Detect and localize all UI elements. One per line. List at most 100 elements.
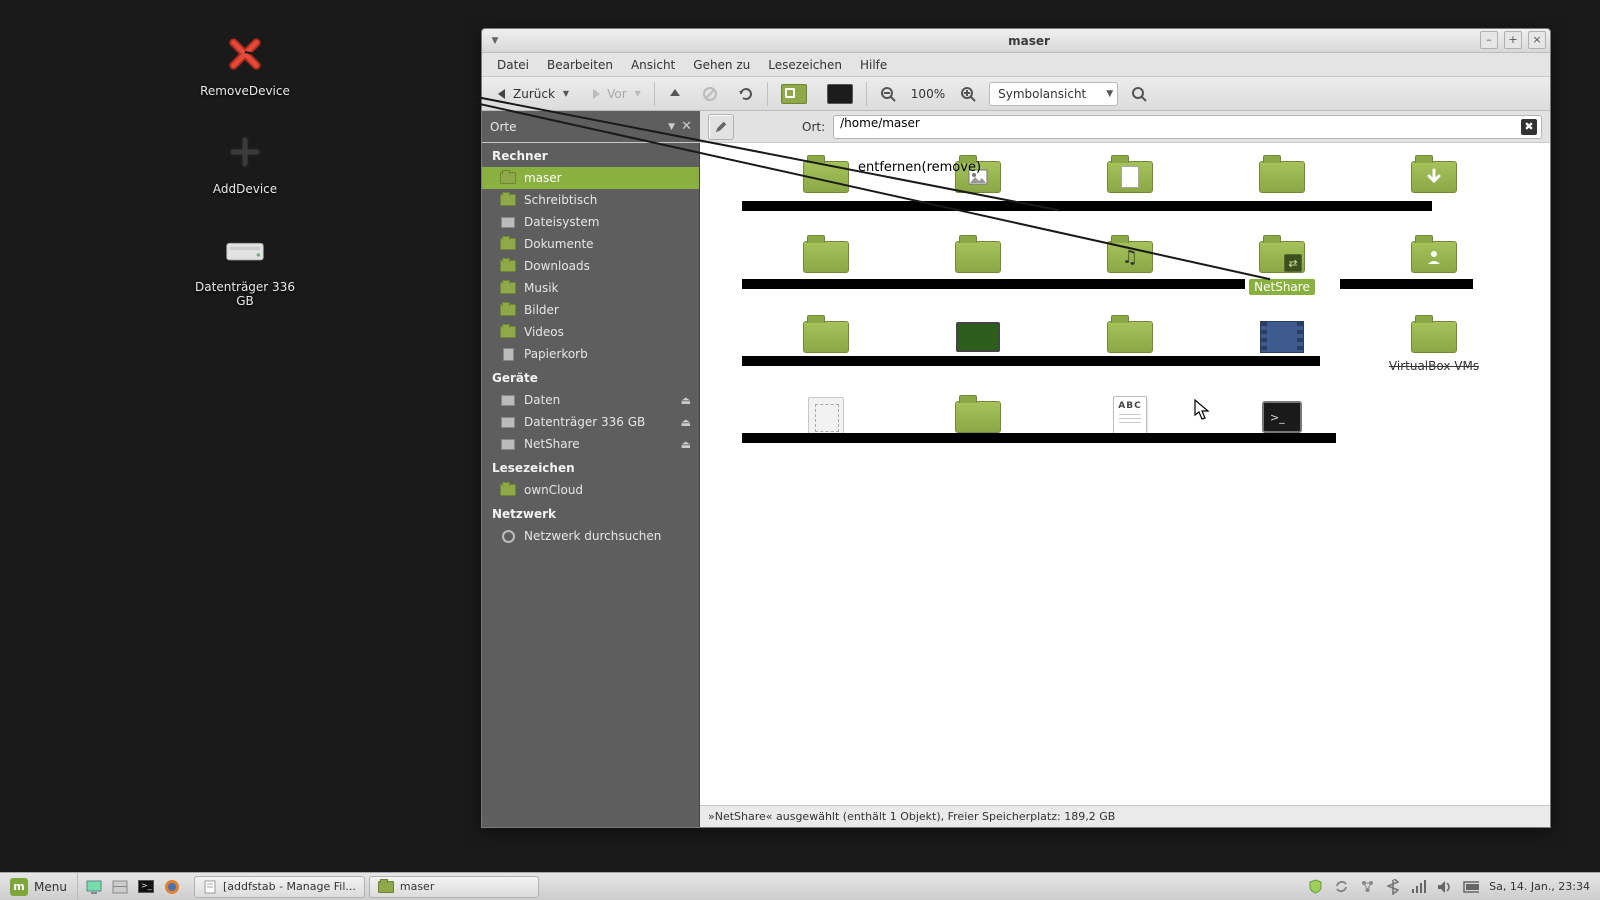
desktop-icon-drive[interactable]: Datenträger 336 GB [185, 226, 305, 308]
drive-icon [500, 393, 516, 407]
taskbar: m Menu >_ [addfstab - Manage Fil... mase… [0, 872, 1600, 900]
menu-help[interactable]: Hilfe [851, 55, 896, 75]
clock[interactable]: Sa, 14. Jan., 23:34 [1489, 880, 1590, 893]
folder-item[interactable] [1060, 315, 1200, 395]
toggle-path-entry-button[interactable] [708, 114, 734, 140]
desktop-icon-add-device[interactable]: AddDevice [185, 128, 305, 196]
maximize-button[interactable]: + [1504, 31, 1522, 49]
forward-history-dropdown[interactable]: ▼ [635, 89, 641, 98]
folder-item-netshare[interactable]: ⇄NetShare [1212, 235, 1352, 315]
sidebar-item-documents[interactable]: Dokumente [482, 233, 699, 255]
task-file-manager[interactable]: maser [369, 876, 539, 898]
sidebar-item-music[interactable]: Musik [482, 277, 699, 299]
sidebar-item-browse-network[interactable]: Netzwerk durchsuchen [482, 525, 699, 547]
sidebar-item-desktop[interactable]: Schreibtisch [482, 189, 699, 211]
menu-go[interactable]: Gehen zu [684, 55, 759, 75]
forward-label: Vor [607, 87, 627, 101]
folder-item-desktop[interactable] [908, 315, 1048, 395]
folder-item-virtualbox[interactable]: VirtualBox VMs [1364, 315, 1504, 395]
titlebar[interactable]: ▼ maser – + × [482, 29, 1550, 53]
redaction-bar [742, 201, 1432, 211]
folder-item-documents[interactable] [1060, 155, 1200, 235]
sidebar-item-pictures[interactable]: Bilder [482, 299, 699, 321]
eject-icon[interactable]: ⏏ [681, 416, 691, 429]
folder-item-videos[interactable] [1212, 315, 1352, 395]
sidebar-item-daten[interactable]: Daten⏏ [482, 389, 699, 411]
terminal-file-icon: >_ [1259, 399, 1305, 435]
file-manager-launcher[interactable] [108, 876, 132, 898]
zoom-level: 100% [909, 87, 947, 101]
volume-icon[interactable] [1437, 879, 1453, 895]
view-mode-dropdown[interactable]: Symbolansicht ▼ [989, 82, 1118, 106]
menu-file[interactable]: Datei [488, 55, 538, 75]
menu-bookmarks[interactable]: Lesezeichen [759, 55, 851, 75]
sidebar-item-label: Downloads [524, 259, 590, 273]
network-manager-icon[interactable] [1359, 879, 1375, 895]
folder-item[interactable] [756, 315, 896, 395]
sidebar-item-trash[interactable]: Papierkorb [482, 343, 699, 365]
sidebar-item-home[interactable]: maser [482, 167, 699, 189]
close-button[interactable]: × [1528, 31, 1546, 49]
folder-item-downloads[interactable] [1364, 155, 1504, 235]
drive-icon [500, 415, 516, 429]
redaction-bar [742, 356, 1320, 366]
sidebar-item-label: Schreibtisch [524, 193, 597, 207]
sidebar-item-filesystem[interactable]: Dateisystem [482, 211, 699, 233]
folder-item-public[interactable] [1364, 235, 1504, 315]
folder-icon [500, 193, 516, 207]
eject-icon[interactable]: ⏏ [681, 438, 691, 451]
drive-icon [500, 215, 516, 229]
menu-view[interactable]: Ansicht [622, 55, 684, 75]
sidebar-heading-bookmarks: Lesezeichen [482, 455, 699, 479]
shield-icon[interactable] [1307, 879, 1323, 895]
downloads-folder-icon [1411, 159, 1457, 195]
sidebar-item-owncloud[interactable]: ownCloud [482, 479, 699, 501]
side-pane-switcher[interactable]: ▼ [668, 122, 675, 132]
forward-button[interactable]: Vor ▼ [582, 83, 648, 105]
folder-item[interactable] [1212, 155, 1352, 235]
folder-item[interactable] [756, 235, 896, 315]
terminal-launcher[interactable]: >_ [134, 876, 158, 898]
task-gedit[interactable]: [addfstab - Manage Fil... [194, 876, 365, 898]
zoom-out-button[interactable] [873, 82, 903, 106]
arrow-up-icon [668, 87, 682, 101]
start-menu-button[interactable]: m Menu [0, 873, 78, 900]
stop-button[interactable] [695, 82, 725, 106]
window-menu-icon[interactable]: ▼ [482, 29, 508, 52]
firefox-launcher[interactable] [160, 876, 184, 898]
folder-item[interactable] [908, 235, 1048, 315]
home-button[interactable] [774, 80, 814, 108]
reload-button[interactable] [731, 82, 761, 106]
documents-folder-icon [1107, 159, 1153, 195]
search-button[interactable] [1124, 82, 1154, 106]
eject-icon[interactable]: ⏏ [681, 394, 691, 407]
bluetooth-icon[interactable] [1385, 879, 1401, 895]
videos-folder-icon [1259, 319, 1305, 355]
back-history-dropdown[interactable]: ▼ [563, 89, 569, 98]
firefox-icon [164, 879, 180, 895]
wifi-signal-icon[interactable] [1411, 879, 1427, 895]
sync-icon[interactable] [1333, 879, 1349, 895]
side-pane-close[interactable]: ✕ [681, 119, 692, 134]
up-button[interactable] [661, 83, 689, 105]
globe-icon [500, 529, 516, 543]
zoom-in-button[interactable] [953, 82, 983, 106]
drive-icon [500, 437, 516, 451]
location-input[interactable]: /home/maser ✖ [833, 115, 1542, 139]
window-title: maser [508, 34, 1550, 48]
menu-edit[interactable]: Bearbeiten [538, 55, 622, 75]
view-mode-label: Symbolansicht [998, 87, 1086, 101]
sidebar-item-downloads[interactable]: Downloads [482, 255, 699, 277]
sidebar-item-videos[interactable]: Videos [482, 321, 699, 343]
folder-icon [803, 239, 849, 275]
clear-location-button[interactable]: ✖ [1521, 119, 1537, 135]
sidebar-item-netshare[interactable]: NetShare⏏ [482, 433, 699, 455]
computer-button[interactable] [820, 80, 860, 108]
desktop-icon-remove-device[interactable]: RemoveDevice [185, 30, 305, 98]
desktop-folder-icon [955, 319, 1001, 355]
minimize-button[interactable]: – [1480, 31, 1498, 49]
separator [654, 82, 655, 106]
sidebar-item-drive336[interactable]: Datenträger 336 GB⏏ [482, 411, 699, 433]
battery-icon[interactable] [1463, 879, 1479, 895]
show-desktop-button[interactable] [82, 876, 106, 898]
